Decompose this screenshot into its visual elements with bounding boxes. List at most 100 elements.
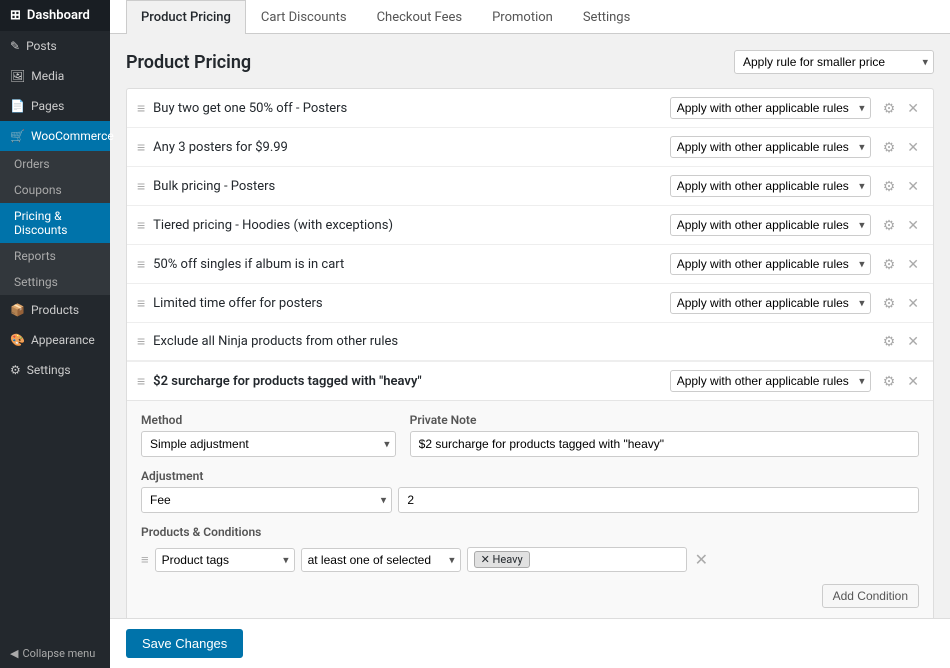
rule-apply-select-8[interactable]: Apply with other applicable rules [670, 370, 871, 392]
adjustment-label: Adjustment [141, 469, 919, 483]
rule-edit-btn-8[interactable]: ⚙ [879, 371, 900, 392]
sidebar-item-label: WooCommerce [31, 129, 114, 143]
drag-handle-1[interactable]: ≡ [137, 100, 145, 117]
rule-apply-wrapper-8: Apply with other applicable rules [670, 370, 871, 392]
method-row: Method Simple adjustment Percentage Fixe… [141, 413, 919, 457]
rule-delete-btn-1[interactable]: ✕ [903, 98, 923, 119]
rule-row-5: ≡ 50% off singles if album is in cart Ap… [127, 245, 933, 284]
rule-edit-btn-2[interactable]: ⚙ [879, 137, 900, 158]
rule-name-8: $2 surcharge for products tagged with "h… [153, 374, 662, 389]
apply-rule-select[interactable]: Apply rule for smaller price Apply alway… [734, 50, 934, 74]
pricing-discounts-label: Pricing & Discounts [14, 209, 96, 237]
sidebar-item-pages[interactable]: 📄 Pages [0, 91, 110, 121]
tab-settings[interactable]: Settings [568, 0, 645, 34]
rule-actions-2: ⚙ ✕ [879, 137, 923, 158]
rule-apply-select-6[interactable]: Apply with other applicable rules [670, 292, 871, 314]
rule-delete-btn-7[interactable]: ✕ [903, 331, 923, 352]
sidebar-item-orders[interactable]: Orders [0, 151, 110, 177]
tab-checkout-fees[interactable]: Checkout Fees [362, 0, 478, 34]
fee-type-select[interactable]: Fee Discount [141, 487, 392, 513]
condition-type-select[interactable]: Product tags Product categories Product … [155, 548, 295, 572]
drag-handle-2[interactable]: ≡ [137, 139, 145, 156]
fee-select-wrapper: Fee Discount [141, 487, 392, 513]
rule-apply-wrapper-4: Apply with other applicable rules [670, 214, 871, 236]
drag-handle-8[interactable]: ≡ [137, 373, 145, 390]
rule-apply-select-3[interactable]: Apply with other applicable rules [670, 175, 871, 197]
drag-handle-3[interactable]: ≡ [137, 178, 145, 195]
content-area: Product Pricing Apply rule for smaller p… [110, 34, 950, 618]
rule-detail-8: Method Simple adjustment Percentage Fixe… [127, 400, 933, 618]
pages-icon: 📄 [10, 99, 25, 113]
rule-row-2: ≡ Any 3 posters for $9.99 Apply with oth… [127, 128, 933, 167]
condition-type-wrapper: Product tags Product categories Product … [155, 548, 295, 572]
sidebar-dashboard[interactable]: ⊞ Dashboard [0, 0, 110, 31]
rule-edit-btn-7[interactable]: ⚙ [879, 331, 900, 352]
tag-label: ✕ Heavy [481, 553, 523, 566]
adjustment-row: Adjustment Fee Discount [141, 469, 919, 513]
rule-row-8-wrapper: ≡ $2 surcharge for products tagged with … [127, 361, 933, 618]
drag-handle-5[interactable]: ≡ [137, 256, 145, 273]
sidebar-item-wc-settings[interactable]: Settings [0, 269, 110, 295]
collapse-menu[interactable]: ◀ Collapse menu [0, 639, 110, 668]
rule-row-1: ≡ Buy two get one 50% off - Posters Appl… [127, 89, 933, 128]
drag-handle-4[interactable]: ≡ [137, 217, 145, 234]
sidebar-item-label: Posts [26, 39, 57, 53]
settings-icon: ⚙ [10, 363, 21, 377]
fee-value-input[interactable] [398, 487, 919, 513]
page-title: Product Pricing [126, 52, 251, 73]
rule-edit-btn-5[interactable]: ⚙ [879, 254, 900, 275]
drag-handle-7[interactable]: ≡ [137, 333, 145, 350]
collapse-label: Collapse menu [22, 647, 95, 660]
sidebar-item-posts[interactable]: ✎ Posts [0, 31, 110, 61]
rule-apply-select-4[interactable]: Apply with other applicable rules [670, 214, 871, 236]
sidebar-item-label: Pages [31, 99, 64, 113]
rule-apply-select-1[interactable]: Apply with other applicable rules [670, 97, 871, 119]
rule-name-3: Bulk pricing - Posters [153, 179, 662, 194]
rule-delete-btn-5[interactable]: ✕ [903, 254, 923, 275]
rule-apply-select-2[interactable]: Apply with other applicable rules [670, 136, 871, 158]
woocommerce-submenu: Orders Coupons Pricing & Discounts Repor… [0, 151, 110, 295]
condition-remove-btn[interactable]: ✕ [693, 548, 710, 571]
rule-delete-btn-3[interactable]: ✕ [903, 176, 923, 197]
sidebar-item-media[interactable]: 🖼 Media [0, 61, 110, 91]
rule-actions-6: ⚙ ✕ [879, 293, 923, 314]
sidebar-item-pricing-discounts[interactable]: Pricing & Discounts [0, 203, 110, 243]
rule-apply-wrapper-2: Apply with other applicable rules [670, 136, 871, 158]
sidebar-item-settings[interactable]: ⚙ Settings [0, 355, 110, 385]
rule-row-8-main: ≡ $2 surcharge for products tagged with … [127, 362, 933, 400]
conditions-label: Products & Conditions [141, 525, 919, 539]
private-note-input[interactable] [410, 431, 919, 457]
tab-promotion[interactable]: Promotion [477, 0, 568, 34]
method-label: Method [141, 413, 396, 427]
rule-delete-btn-6[interactable]: ✕ [903, 293, 923, 314]
rule-actions-8: ⚙ ✕ [879, 371, 923, 392]
woocommerce-icon: 🛒 [10, 129, 25, 143]
method-select[interactable]: Simple adjustment Percentage Fixed [141, 431, 396, 457]
rule-delete-btn-4[interactable]: ✕ [903, 215, 923, 236]
rule-delete-btn-8[interactable]: ✕ [903, 371, 923, 392]
condition-operator-select[interactable]: at least one of selected all of selected… [301, 548, 461, 572]
save-changes-button[interactable]: Save Changes [126, 629, 243, 658]
rule-edit-btn-4[interactable]: ⚙ [879, 215, 900, 236]
rule-apply-select-5[interactable]: Apply with other applicable rules [670, 253, 871, 275]
sidebar-item-woocommerce[interactable]: 🛒 WooCommerce [0, 121, 110, 151]
sidebar-item-products[interactable]: 📦 Products [0, 295, 110, 325]
sidebar-item-reports[interactable]: Reports [0, 243, 110, 269]
condition-tags[interactable]: ✕ Heavy [467, 547, 687, 572]
rule-delete-btn-2[interactable]: ✕ [903, 137, 923, 158]
tab-bar: Product Pricing Cart Discounts Checkout … [110, 0, 950, 34]
rule-edit-btn-1[interactable]: ⚙ [879, 98, 900, 119]
rule-row-6: ≡ Limited time offer for posters Apply w… [127, 284, 933, 323]
condition-drag-handle[interactable]: ≡ [141, 552, 149, 568]
sidebar-item-appearance[interactable]: 🎨 Appearance [0, 325, 110, 355]
sidebar-item-coupons[interactable]: Coupons [0, 177, 110, 203]
rule-edit-btn-6[interactable]: ⚙ [879, 293, 900, 314]
rules-container: ≡ Buy two get one 50% off - Posters Appl… [126, 88, 934, 618]
rule-apply-wrapper-6: Apply with other applicable rules [670, 292, 871, 314]
add-condition-button[interactable]: Add Condition [822, 584, 919, 608]
drag-handle-6[interactable]: ≡ [137, 295, 145, 312]
tab-cart-discounts[interactable]: Cart Discounts [246, 0, 362, 34]
sidebar-item-label: Products [31, 303, 79, 317]
tab-product-pricing[interactable]: Product Pricing [126, 0, 246, 34]
rule-edit-btn-3[interactable]: ⚙ [879, 176, 900, 197]
